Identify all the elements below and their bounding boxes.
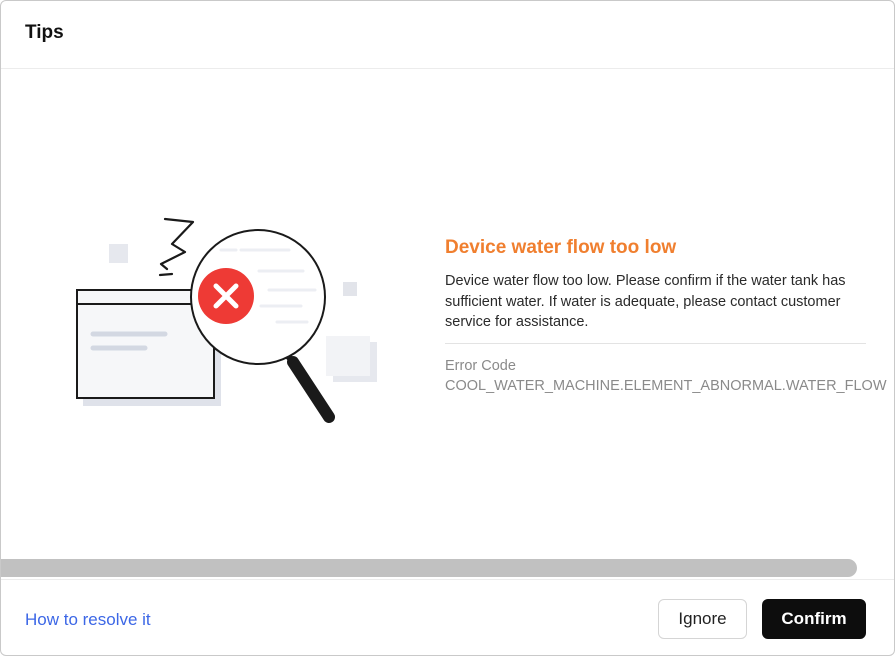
dialog-body: Device water flow too low Device water f… [1, 69, 894, 579]
magnifier-error-icon [71, 214, 391, 434]
dialog-footer: How to resolve it Ignore Confirm [1, 579, 894, 655]
divider [445, 342, 866, 344]
error-code-value: COOL_WATER_MACHINE.ELEMENT_ABNORMAL.WATE… [445, 377, 887, 394]
confirm-button[interactable]: Confirm [762, 599, 866, 639]
error-content: Device water flow too low Device water f… [445, 235, 894, 396]
error-description: Device water flow too low. Please confir… [445, 273, 846, 330]
error-code-label: Error Code [445, 357, 516, 374]
dialog-title: Tips [25, 22, 64, 43]
tips-dialog: Tips Device water flow too low Device wa… [0, 0, 895, 656]
how-to-resolve-link[interactable]: How to resolve it [25, 610, 151, 630]
error-title: Device water flow too low [445, 237, 677, 258]
horizontal-scrollbar[interactable] [1, 557, 857, 578]
dialog-header: Tips [1, 1, 894, 69]
scrollbar-thumb[interactable] [1, 559, 857, 577]
ignore-button[interactable]: Ignore [658, 599, 747, 639]
